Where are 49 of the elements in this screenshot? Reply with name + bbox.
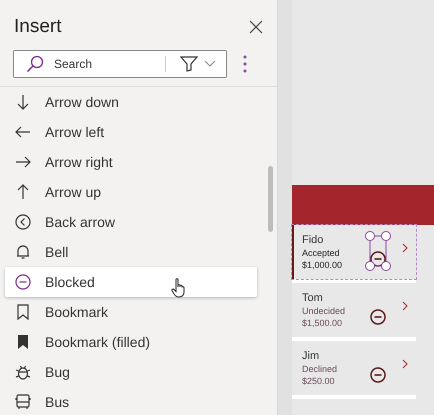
status-text: Accepted [302, 248, 341, 258]
icon-list-item[interactable]: Back arrow [5, 207, 257, 237]
search-icon [26, 55, 44, 73]
blocked-icon[interactable] [370, 309, 386, 325]
icon-list-item[interactable]: Blocked [5, 267, 257, 297]
search-field[interactable]: Search [50, 57, 159, 71]
filter-icon[interactable] [180, 56, 198, 72]
icon-list-item[interactable]: Arrow right [5, 147, 257, 177]
bus-icon [15, 394, 31, 410]
gallery-row[interactable]: Jim Declined $250.00 [292, 341, 416, 395]
blocked-icon[interactable] [370, 251, 386, 267]
chevron-right-icon[interactable] [402, 359, 408, 369]
hand-cursor-icon [171, 278, 187, 298]
more-options-icon[interactable] [243, 55, 247, 73]
chevron-right-icon[interactable] [402, 243, 408, 253]
person-name: Fido [302, 234, 324, 246]
icon-list-item[interactable]: Arrow up [5, 177, 257, 207]
icon-list-item[interactable]: Bookmark (filled) [5, 327, 257, 357]
close-icon[interactable] [249, 20, 263, 34]
arrow-left-icon [15, 124, 31, 140]
amount-text: $1,000.00 [302, 260, 344, 270]
arrow-up-icon [15, 184, 31, 200]
icon-list-item[interactable]: Arrow left [5, 117, 257, 147]
blocked-icon [15, 274, 31, 290]
amount-text: $1,500.00 [302, 318, 344, 328]
icon-list-item[interactable]: Bug [5, 357, 257, 387]
amount-text: $250.00 [302, 376, 336, 386]
status-text: Declined [302, 364, 338, 374]
chevron-down-icon[interactable] [204, 60, 216, 68]
arrow-right-icon [15, 154, 31, 170]
bug-icon [15, 364, 31, 380]
scrollbar[interactable] [268, 166, 273, 232]
search-box[interactable]: Search [13, 50, 227, 78]
gallery-row[interactable]: Tom Undecided $1,500.00 [292, 283, 416, 337]
blocked-icon[interactable] [370, 367, 386, 383]
icon-list-item[interactable]: Bookmark [5, 297, 257, 327]
bookmark-icon [15, 334, 31, 350]
icon-list-item[interactable]: Bus [5, 387, 257, 415]
panel-title: Insert [14, 16, 62, 38]
chevron-right-icon[interactable] [402, 301, 408, 311]
person-name: Jim [302, 350, 320, 362]
icon-list-item[interactable]: Arrow down [5, 87, 257, 117]
status-text: Undecided [302, 306, 346, 316]
selection-handles[interactable] [364, 231, 392, 271]
person-name: Tom [302, 292, 324, 304]
bookmark-icon [15, 304, 31, 320]
arrow-down-icon [15, 94, 31, 110]
icon-list-item[interactable]: Bell [5, 237, 257, 267]
bell-icon [15, 244, 31, 260]
